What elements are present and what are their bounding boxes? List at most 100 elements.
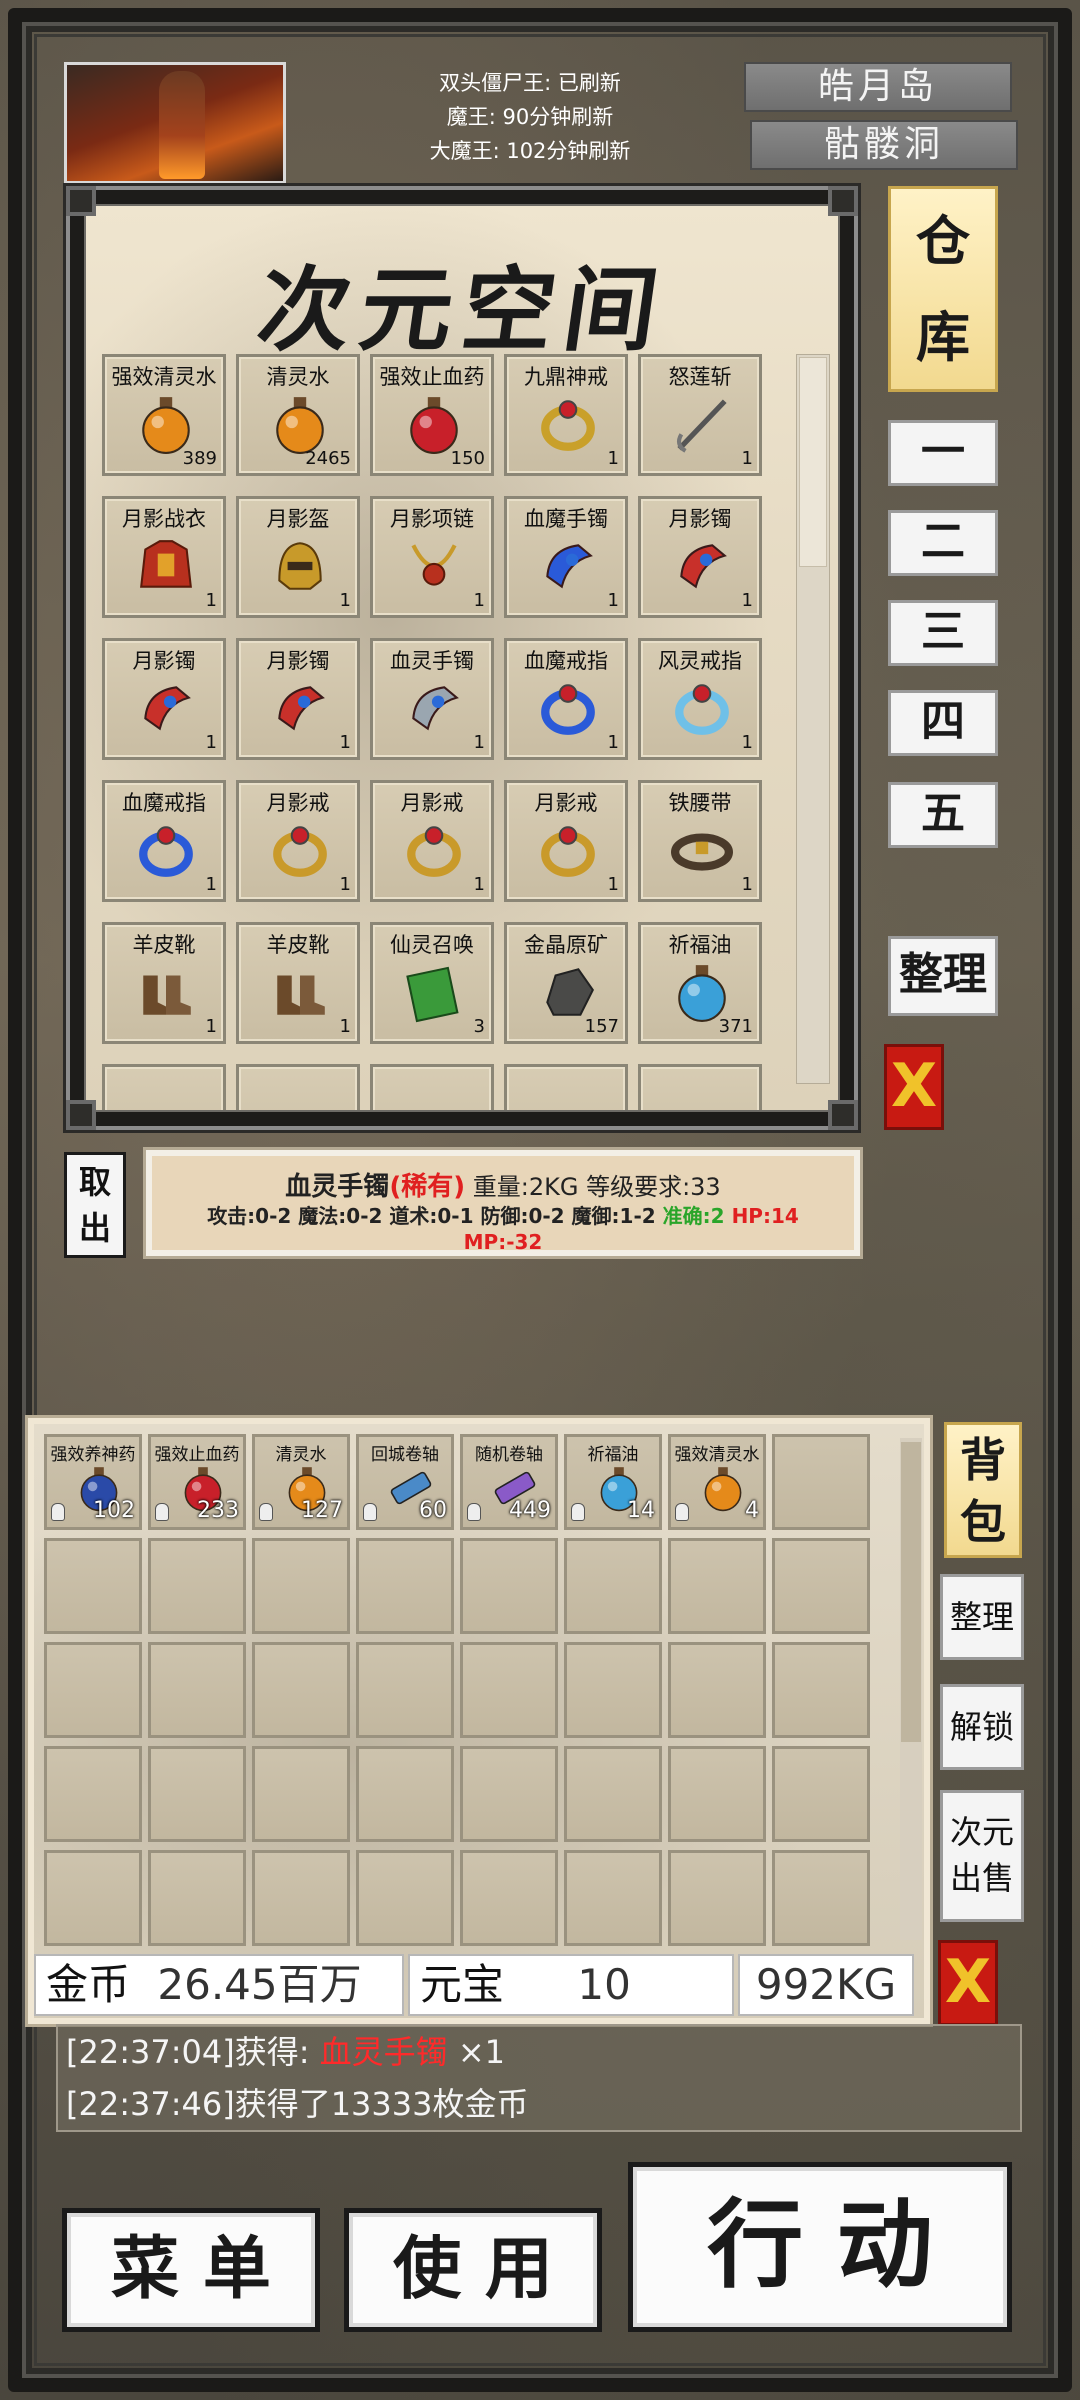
action-button[interactable]: 行 动: [628, 2162, 1012, 2332]
backpack-slot-empty[interactable]: [44, 1642, 142, 1738]
backpack-slot-empty[interactable]: [44, 1746, 142, 1842]
backpack-slot-empty[interactable]: [356, 1538, 454, 1634]
storage-slot[interactable]: 月影战衣 1: [102, 496, 226, 618]
storage-slot[interactable]: 风灵戒指 1: [638, 638, 762, 760]
bag-item-count: 127: [301, 1498, 343, 1523]
backpack-slot-empty[interactable]: [148, 1746, 246, 1842]
storage-slot[interactable]: 强效止血药 150: [370, 354, 494, 476]
storage-slot[interactable]: 金晶原矿 157: [504, 922, 628, 1044]
backpack-slot-empty[interactable]: [252, 1850, 350, 1946]
storage-slot[interactable]: 羊皮靴 1: [102, 922, 226, 1044]
backpack-slot-empty[interactable]: [460, 1746, 558, 1842]
storage-slot[interactable]: 血魔戒指 1: [102, 780, 226, 902]
storage-slot[interactable]: 九鼎神戒 1: [504, 354, 628, 476]
storage-slot[interactable]: 羊皮靴 1: [236, 922, 360, 1044]
storage-slot[interactable]: 强效清灵水 389: [102, 354, 226, 476]
storage-scroll-thumb[interactable]: [799, 357, 827, 567]
storage-slot[interactable]: 血魔戒指 1: [504, 638, 628, 760]
slot-item-name: 月影镯: [132, 649, 196, 673]
backpack-slot[interactable]: 强效养神药 102: [44, 1434, 142, 1530]
take-out-button[interactable]: 取出: [64, 1152, 126, 1258]
backpack-slot[interactable]: 强效清灵水 4: [668, 1434, 766, 1530]
backpack-sort-button[interactable]: 整理: [940, 1574, 1024, 1660]
slot-item-name: 仙灵召唤: [390, 933, 474, 957]
backpack-slot-empty[interactable]: [460, 1850, 558, 1946]
backpack-slot-empty[interactable]: [772, 1746, 870, 1842]
storage-page-1-button[interactable]: 一: [888, 420, 998, 486]
backpack-slot-empty[interactable]: [44, 1538, 142, 1634]
storage-slot-empty[interactable]: [638, 1064, 762, 1110]
backpack-slot-empty[interactable]: [564, 1538, 662, 1634]
backpack-slot-empty[interactable]: [356, 1746, 454, 1842]
storage-slot[interactable]: 清灵水 2465: [236, 354, 360, 476]
storage-slot[interactable]: 月影镯 1: [102, 638, 226, 760]
storage-slot-empty[interactable]: [236, 1064, 360, 1110]
backpack-slot[interactable]: 清灵水 127: [252, 1434, 350, 1530]
storage-page-4-button[interactable]: 四: [888, 690, 998, 756]
storage-slot-empty[interactable]: [504, 1064, 628, 1110]
storage-slot[interactable]: 月影戒 1: [370, 780, 494, 902]
character-portrait[interactable]: [64, 62, 286, 184]
backpack-slot[interactable]: 随机卷轴 449: [460, 1434, 558, 1530]
backpack-slot-empty[interactable]: [460, 1538, 558, 1634]
storage-slot[interactable]: 月影戒 1: [504, 780, 628, 902]
storage-slot[interactable]: 铁腰带 1: [638, 780, 762, 902]
backpack-slot-empty[interactable]: [148, 1642, 246, 1738]
backpack-slot-empty[interactable]: [148, 1538, 246, 1634]
menu-button[interactable]: 菜 单: [62, 2208, 320, 2332]
storage-slot[interactable]: 月影镯 1: [638, 496, 762, 618]
backpack-slot-empty[interactable]: [772, 1538, 870, 1634]
slot-item-name: 月影镯: [668, 507, 732, 531]
backpack-slot-empty[interactable]: [148, 1850, 246, 1946]
backpack-slot-empty[interactable]: [564, 1746, 662, 1842]
boss-timer-2: 魔王: 90分钟刷新: [446, 105, 614, 129]
use-button[interactable]: 使 用: [344, 2208, 602, 2332]
backpack-slot-empty[interactable]: [772, 1850, 870, 1946]
backpack-slot[interactable]: 回城卷轴 60: [356, 1434, 454, 1530]
backpack-slot-empty[interactable]: [44, 1850, 142, 1946]
storage-slot[interactable]: 祈福油 371: [638, 922, 762, 1044]
backpack-slot-empty[interactable]: [668, 1642, 766, 1738]
backpack-slot[interactable]: 祈福油 14: [564, 1434, 662, 1530]
helmet-icon: [269, 535, 331, 597]
backpack-slot-empty[interactable]: [564, 1642, 662, 1738]
storage-slot-empty[interactable]: [370, 1064, 494, 1110]
slot-item-count: 1: [339, 732, 351, 753]
backpack-slot-empty[interactable]: [772, 1642, 870, 1738]
storage-scrollbar[interactable]: [796, 354, 830, 1084]
backpack-scroll-thumb[interactable]: [901, 1442, 921, 1742]
backpack-slot-empty[interactable]: [460, 1642, 558, 1738]
backpack-slot-empty[interactable]: [668, 1850, 766, 1946]
dimension-sell-button[interactable]: 次元出售: [940, 1790, 1024, 1922]
backpack-scrollbar[interactable]: [900, 1438, 922, 1940]
location-kulou-button[interactable]: 骷髅洞: [750, 120, 1018, 170]
storage-page-5-button[interactable]: 五: [888, 782, 998, 848]
backpack-slot-empty[interactable]: [668, 1538, 766, 1634]
storage-slot[interactable]: 血魔手镯 1: [504, 496, 628, 618]
backpack-slot-empty[interactable]: [252, 1538, 350, 1634]
storage-slot[interactable]: 月影镯 1: [236, 638, 360, 760]
backpack-slot-empty[interactable]: [252, 1746, 350, 1842]
backpack-slot-empty[interactable]: [252, 1642, 350, 1738]
backpack-slot-empty[interactable]: [564, 1850, 662, 1946]
backpack-slot[interactable]: 强效止血药 233: [148, 1434, 246, 1530]
storage-slot-empty[interactable]: [102, 1064, 226, 1110]
backpack-unlock-button[interactable]: 解锁: [940, 1684, 1024, 1770]
storage-page-3-button[interactable]: 三: [888, 600, 998, 666]
backpack-slot-empty[interactable]: [668, 1746, 766, 1842]
backpack-slot-empty[interactable]: [356, 1850, 454, 1946]
storage-slot[interactable]: 月影戒 1: [236, 780, 360, 902]
storage-slot[interactable]: 月影盔 1: [236, 496, 360, 618]
backpack-slot-empty[interactable]: [356, 1642, 454, 1738]
storage-slot[interactable]: 月影项链 1: [370, 496, 494, 618]
storage-slot[interactable]: 血灵手镯 1: [370, 638, 494, 760]
storage-close-button[interactable]: X: [884, 1044, 944, 1130]
lock-icon: [51, 1503, 65, 1521]
storage-sort-button[interactable]: 整理: [888, 936, 998, 1016]
location-haoyuedao-button[interactable]: 皓月岛: [744, 62, 1012, 112]
storage-slot[interactable]: 怒莲斩 1: [638, 354, 762, 476]
storage-page-2-button[interactable]: 二: [888, 510, 998, 576]
storage-slot[interactable]: 仙灵召唤 3: [370, 922, 494, 1044]
backpack-slot-empty[interactable]: [772, 1434, 870, 1530]
backpack-close-button[interactable]: X: [938, 1940, 998, 2026]
